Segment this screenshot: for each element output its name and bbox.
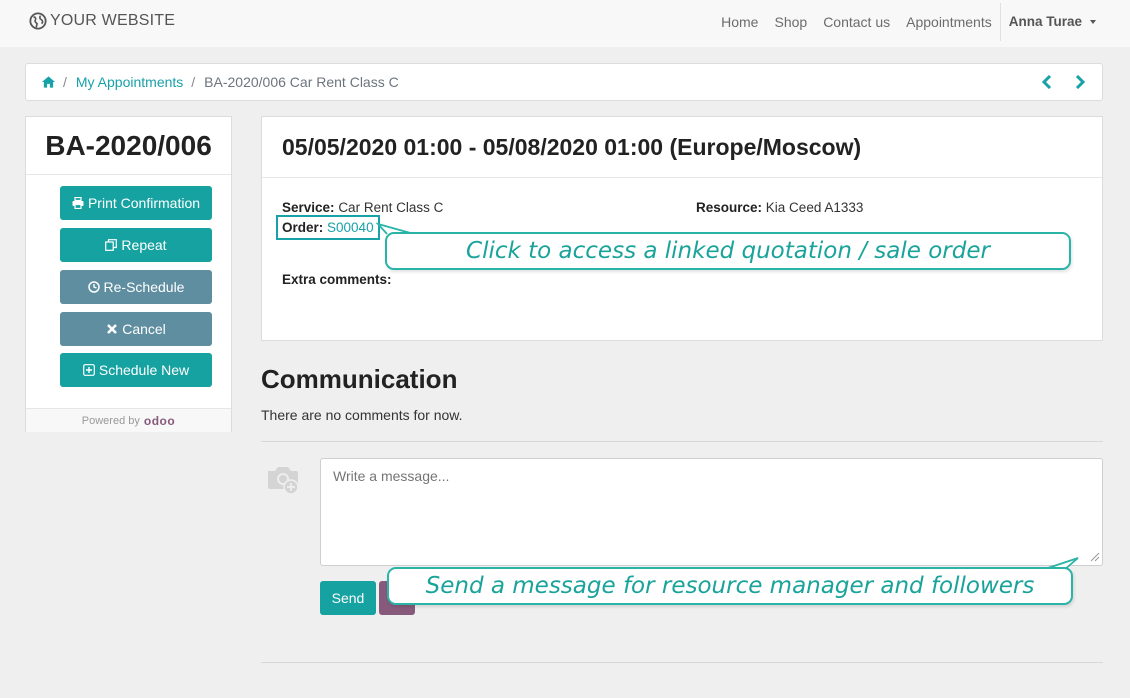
service-label: Service:	[282, 200, 335, 215]
print-confirmation-label: Print Confirmation	[87, 195, 201, 211]
chevron-left-icon	[1042, 75, 1052, 89]
nav-contact-us[interactable]: Contact us	[823, 14, 890, 30]
powered-by-text: Powered by	[81, 414, 140, 427]
resource-label: Resource:	[696, 200, 763, 215]
plus-square-icon	[82, 364, 95, 376]
brand-name: YOUR WEBSITE	[50, 12, 176, 29]
home-icon[interactable]	[42, 76, 55, 88]
resize-handle-icon[interactable]	[1089, 551, 1100, 562]
repeat-button[interactable]: Repeat	[60, 228, 212, 262]
print-confirmation-button[interactable]: Print Confirmation	[60, 186, 212, 220]
appointment-reference: BA-2020/006	[26, 117, 231, 175]
breadcrumb-current: BA-2020/006 Car Rent Class C	[204, 74, 399, 90]
nav-menu: Home Shop Contact us Appointments Anna T…	[705, 0, 1096, 43]
service-field: Service: Car Rent Class C	[282, 200, 443, 215]
breadcrumb-separator: /	[63, 74, 67, 90]
nav-appointments[interactable]: Appointments	[906, 14, 992, 30]
divider	[261, 441, 1103, 442]
extra-comments-label: Extra comments:	[282, 272, 392, 287]
message-input[interactable]	[320, 458, 1103, 566]
globe-icon	[29, 12, 47, 30]
camera-avatar-icon	[268, 467, 299, 495]
order-field: Order: S00040	[282, 220, 374, 235]
next-record-button[interactable]	[1072, 73, 1088, 91]
print-icon	[72, 197, 84, 209]
close-icon	[107, 324, 118, 334]
breadcrumb: / My Appointments / BA-2020/006 Car Rent…	[25, 63, 1103, 101]
caret-down-icon	[1090, 19, 1096, 24]
clock-icon	[87, 281, 100, 293]
breadcrumb-separator: /	[191, 74, 196, 90]
user-name: Anna Turae	[1008, 14, 1082, 29]
order-callout: Click to access a linked quotation / sal…	[385, 232, 1071, 270]
order-callout-text: Click to access a linked quotation / sal…	[466, 238, 990, 264]
chevron-right-icon	[1075, 75, 1085, 89]
resource-value: Kia Ceed A1333	[765, 200, 864, 215]
breadcrumb-my-appointments[interactable]: My Appointments	[76, 74, 183, 90]
appointment-actions-card: BA-2020/006 Print Confirmation Repeat Re…	[25, 116, 232, 432]
message-callout: Send a message for resource manager and …	[387, 567, 1073, 605]
appointment-datetime: 05/05/2020 01:00 - 05/08/2020 01:00 (Eur…	[262, 117, 1102, 178]
nav-divider	[999, 2, 1001, 41]
divider	[261, 662, 1103, 663]
send-button[interactable]: Send	[320, 581, 376, 615]
record-pager	[1022, 73, 1088, 91]
user-menu[interactable]: Anna Turae	[1009, 14, 1096, 29]
reschedule-label: Re-Schedule	[103, 279, 185, 295]
nav-shop[interactable]: Shop	[774, 14, 807, 30]
order-label: Order:	[282, 220, 324, 235]
nav-home[interactable]: Home	[721, 14, 758, 30]
schedule-new-label: Schedule New	[98, 362, 190, 378]
top-navbar: YOUR WEBSITE Home Shop Contact us Appoin…	[0, 0, 1130, 47]
odoo-logo: odoo	[143, 413, 176, 428]
cancel-button[interactable]: Cancel	[60, 312, 212, 346]
schedule-new-button[interactable]: Schedule New	[60, 353, 212, 387]
order-link[interactable]: S00040	[327, 220, 374, 235]
repeat-label: Repeat	[121, 237, 167, 253]
brand-logo[interactable]: YOUR WEBSITE	[29, 12, 175, 30]
copy-icon	[105, 239, 118, 251]
extra-comments-field: Extra comments:	[282, 272, 392, 287]
cancel-label: Cancel	[122, 321, 166, 337]
service-value: Car Rent Class C	[338, 200, 444, 215]
no-comments-text: There are no comments for now.	[261, 407, 463, 423]
powered-by-footer[interactable]: Powered by odoo	[26, 408, 231, 432]
resource-field: Resource: Kia Ceed A1333	[696, 200, 863, 215]
message-callout-text: Send a message for resource manager and …	[425, 573, 1035, 599]
communication-heading: Communication	[261, 364, 458, 394]
previous-record-button[interactable]	[1039, 73, 1055, 91]
reschedule-button[interactable]: Re-Schedule	[60, 270, 212, 304]
send-label: Send	[331, 590, 365, 606]
